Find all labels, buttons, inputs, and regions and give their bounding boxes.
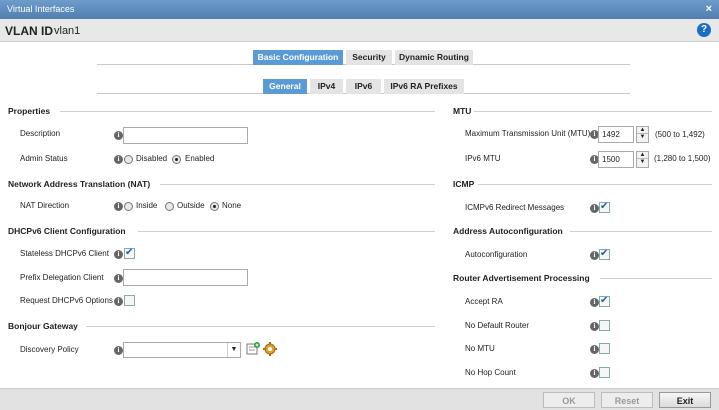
max-mtu-spinner[interactable]: ▲ ▼ [636,126,649,143]
create-policy-icon[interactable] [246,342,260,356]
nat-outside-label: Outside [177,201,205,210]
icmpv6-redirect-checkbox[interactable] [599,201,610,213]
ipv6-mtu-input[interactable]: 1500 [598,151,634,168]
nat-direction-label: NAT Direction [20,201,70,210]
no-mtu-label: No MTU [465,344,495,353]
vlan-header: VLAN ID vlan1 ? [0,19,719,42]
section-properties-title: Properties [8,106,51,116]
section-divider [160,184,435,185]
exit-button[interactable]: Exit [659,392,711,408]
info-icon: i [590,251,599,260]
ipv6-mtu-label: IPv6 MTU [465,154,501,163]
section-divider [60,111,435,112]
close-icon[interactable]: × [706,3,712,15]
section-rap-title: Router Advertisement Processing [453,273,590,283]
nat-inside-label: Inside [136,201,158,210]
accept-ra-checkbox[interactable] [599,295,610,307]
ok-button[interactable]: OK [543,392,595,408]
spin-down-icon[interactable]: ▼ [637,159,648,166]
icmpv6-redirect-label: ICMPv6 Redirect Messages [465,203,565,212]
section-nat-title: Network Address Translation (NAT) [8,179,151,189]
info-icon: i [114,250,123,259]
prefix-delegation-label: Prefix Delegation Client [20,273,104,282]
tab-ipv6-ra-prefixes[interactable]: IPv6 RA Prefixes [384,79,464,94]
tab-dynamic-routing[interactable]: Dynamic Routing [395,50,473,65]
tab-security[interactable]: Security [346,50,392,65]
autoconfiguration-checkbox[interactable] [599,248,610,260]
request-dhcpv6-checkbox[interactable] [124,295,135,306]
no-mtu-checkbox[interactable] [599,343,610,354]
info-icon: i [114,131,123,140]
info-icon: i [590,322,599,331]
window-title-bar: Virtual Interfaces × [0,0,719,19]
info-icon: i [590,345,599,354]
no-default-router-checkbox[interactable] [599,320,610,331]
ipv6-mtu-range: (1,280 to 1,500) [654,154,711,163]
no-hop-count-checkbox[interactable] [599,367,610,378]
section-bonjour-title: Bonjour Gateway [8,321,78,331]
help-icon[interactable]: ? [697,23,711,37]
description-label: Description [20,129,61,138]
section-mtu-title: MTU [453,106,472,116]
section-divider [600,278,712,279]
max-mtu-label: Maximum Transmission Unit (MTU) [465,129,591,138]
reset-button[interactable]: Reset [601,392,653,408]
info-icon: i [114,297,123,306]
max-mtu-range: (500 to 1,492) [655,130,705,139]
info-icon: i [114,202,123,211]
nat-inside-radio[interactable] [124,202,133,211]
discovery-policy-select[interactable]: ▼ [123,342,241,358]
no-hop-count-label: No Hop Count [465,368,516,377]
nat-none-label: None [222,201,242,210]
no-default-router-label: No Default Router [465,321,530,330]
stateless-dhcpv6-label: Stateless DHCPv6 Client [20,249,109,258]
vlan-id-label: VLAN ID [5,24,53,38]
info-icon: i [590,369,599,378]
section-divider [570,231,712,232]
autoconfiguration-label: Autoconfiguration [465,250,528,259]
description-input[interactable] [123,127,248,144]
admin-disabled-label: Disabled [136,154,168,163]
section-icmp-title: ICMP [453,179,475,189]
ipv6-mtu-spinner[interactable]: ▲ ▼ [636,151,649,168]
info-icon: i [114,155,123,164]
max-mtu-value: 1492 [602,130,620,139]
info-icon: i [590,298,599,307]
gear-icon[interactable] [263,342,277,356]
discovery-policy-label: Discovery Policy [20,345,79,354]
tab-general[interactable]: General [263,79,307,94]
admin-enabled-radio[interactable] [172,155,181,164]
vlan-id-value: vlan1 [54,25,81,37]
tab-ipv6[interactable]: IPv6 [346,79,381,94]
section-autoconf-title: Address Autoconfiguration [453,226,563,236]
accept-ra-label: Accept RA [465,297,503,306]
section-divider [474,111,712,112]
window-title: Virtual Interfaces [7,4,75,14]
info-icon: i [590,204,599,213]
admin-status-label: Admin Status [20,154,68,163]
ipv6-mtu-value: 1500 [602,155,620,164]
section-divider [138,231,435,232]
request-dhcpv6-label: Request DHCPv6 Options [20,296,113,305]
nat-outside-radio[interactable] [165,202,174,211]
spin-up-icon[interactable]: ▲ [637,127,648,134]
tab-ipv4[interactable]: IPv4 [310,79,343,94]
section-dhcpv6-title: DHCPv6 Client Configuration [8,226,126,236]
admin-enabled-label: Enabled [185,154,215,163]
chevron-down-icon: ▼ [227,343,240,357]
prefix-delegation-input[interactable] [123,269,248,286]
nat-none-radio[interactable] [210,202,219,211]
section-divider [478,184,712,185]
info-icon: i [114,346,123,355]
max-mtu-input[interactable]: 1492 [598,126,634,143]
section-divider [86,326,435,327]
tab-basic-configuration[interactable]: Basic Configuration [253,50,343,65]
spin-down-icon[interactable]: ▼ [637,134,648,141]
stateless-dhcpv6-checkbox[interactable] [124,247,135,259]
info-icon: i [114,274,123,283]
admin-disabled-radio[interactable] [124,155,133,164]
spin-up-icon[interactable]: ▲ [637,152,648,159]
